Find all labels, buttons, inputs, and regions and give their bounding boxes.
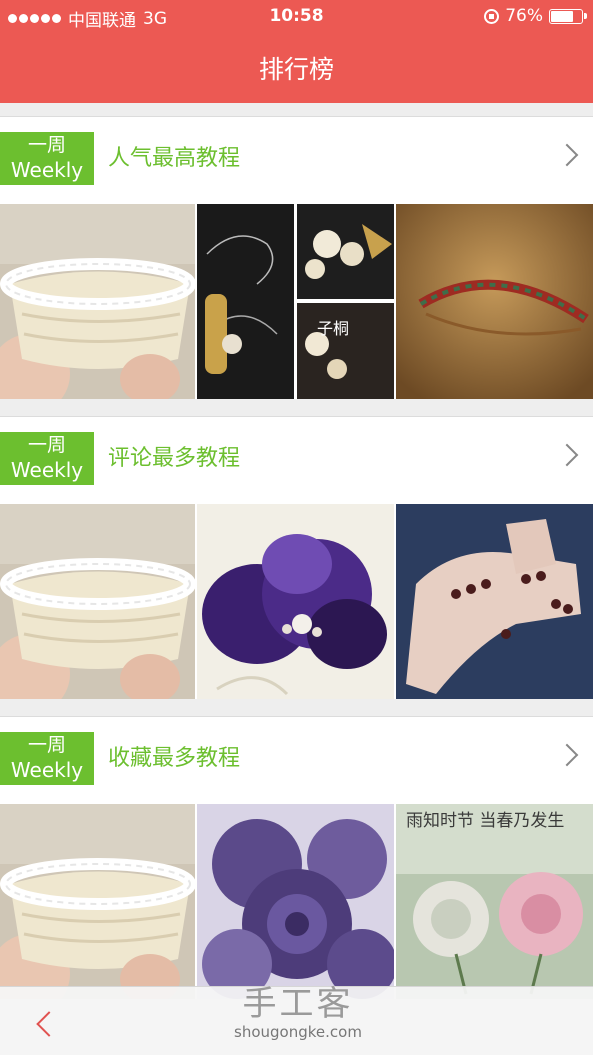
rotation-lock-icon	[484, 8, 500, 24]
tutorial-thumbnail[interactable]	[197, 804, 394, 999]
ranking-section-popular: 一周 Weekly 人气最高教程 子桐	[0, 116, 593, 399]
thumbnail-row: 雨知时节 当春乃发生	[0, 804, 593, 999]
badge-label-weekly: Weekly	[10, 158, 84, 182]
purple-flower-brooch-image	[197, 504, 394, 699]
chevron-right-icon[interactable]	[555, 743, 579, 767]
badge-label-week: 一周	[27, 734, 66, 756]
basket-image	[0, 804, 195, 999]
badge-label-weekly: Weekly	[10, 458, 84, 482]
tutorial-thumbnail[interactable]	[396, 504, 593, 699]
weekly-badge: 一周 Weekly	[0, 132, 94, 185]
paper-flowers-image: 雨知时节 当春乃发生	[396, 804, 593, 999]
section-header-comments[interactable]: 一周 Weekly 评论最多教程	[0, 417, 593, 504]
purple-roses-image	[197, 804, 394, 999]
weekly-badge: 一周 Weekly	[0, 432, 94, 485]
tutorial-thumbnail[interactable]: 雨知时节 当春乃发生	[396, 804, 593, 999]
ranking-section-favorites: 一周 Weekly 收藏最多教程 雨知时节 当春乃发生	[0, 716, 593, 999]
beaded-rings-image	[396, 504, 593, 699]
ranking-section-comments: 一周 Weekly 评论最多教程	[0, 416, 593, 699]
collage-image: 子桐	[197, 204, 394, 399]
tutorial-thumbnail[interactable]: 子桐	[197, 204, 394, 399]
badge-label-week: 一周	[27, 434, 66, 456]
tutorial-thumbnail[interactable]	[0, 504, 195, 699]
watermark-logo-text: 手工客	[242, 984, 354, 1024]
chevron-right-icon[interactable]	[555, 443, 579, 467]
badge-label-weekly: Weekly	[10, 758, 84, 782]
status-bar: 中国联通 3G 10:58 76%	[0, 0, 593, 34]
back-arrow-icon[interactable]	[30, 1005, 60, 1041]
tutorial-thumbnail[interactable]	[0, 204, 195, 399]
basket-image	[0, 204, 195, 399]
tutorial-thumbnail[interactable]	[0, 804, 195, 999]
section-title: 人气最高教程	[108, 146, 241, 171]
battery-percent: 76%	[505, 6, 543, 26]
badge-label-week: 一周	[27, 134, 66, 156]
watermark-url: shougongke.com	[234, 1023, 362, 1041]
section-header-favorites[interactable]: 一周 Weekly 收藏最多教程	[0, 717, 593, 804]
page-title: 排行榜	[258, 55, 334, 84]
thumbnail-caption: 雨知时节 当春乃发生	[406, 811, 564, 831]
section-header-popular[interactable]: 一周 Weekly 人气最高教程	[0, 117, 593, 204]
chevron-right-icon[interactable]	[555, 143, 579, 167]
tutorial-thumbnail[interactable]	[396, 204, 593, 399]
header-bar: 中国联通 3G 10:58 76% 排行榜	[0, 0, 593, 103]
weekly-badge: 一周 Weekly	[0, 732, 94, 785]
thumbnail-row	[0, 504, 593, 699]
site-watermark: 手工客 shougongke.com	[228, 984, 368, 1040]
thumbnail-row: 子桐	[0, 204, 593, 399]
basket-image	[0, 504, 195, 699]
thumbnail-caption: 子桐	[317, 319, 349, 338]
tutorial-thumbnail[interactable]	[197, 504, 394, 699]
battery-fill	[551, 10, 573, 22]
section-title: 评论最多教程	[108, 446, 241, 471]
status-right: 76%	[484, 6, 587, 26]
section-title: 收藏最多教程	[108, 746, 241, 771]
battery-icon	[549, 8, 587, 24]
bracelet-image	[396, 204, 593, 399]
